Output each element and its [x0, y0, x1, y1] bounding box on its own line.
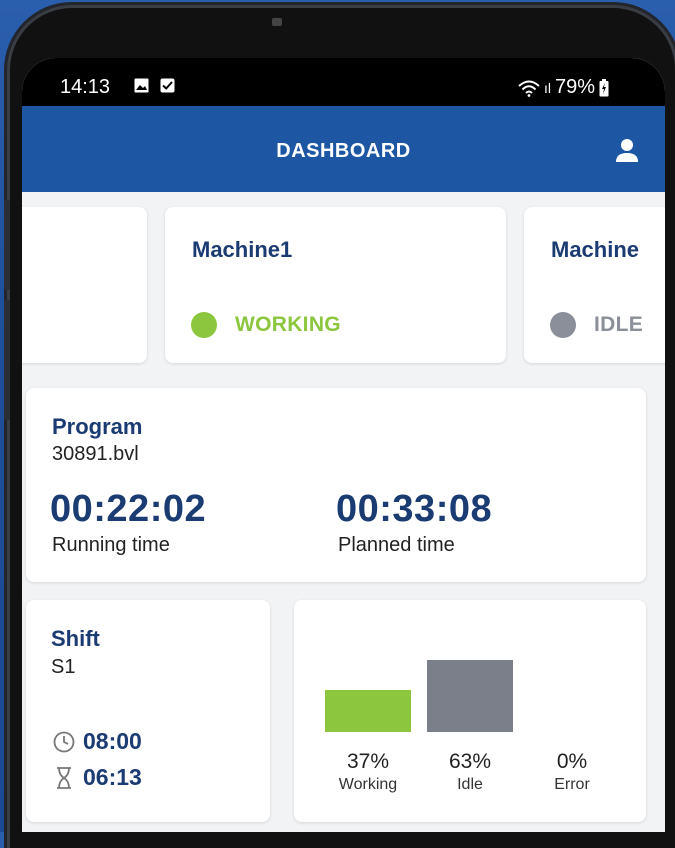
shift-name: S1	[51, 656, 76, 678]
machine-status-label: IDLE	[594, 313, 644, 336]
chart-bar-idle	[427, 660, 513, 732]
gallery-icon	[134, 78, 149, 93]
chart-value-error: 0%	[556, 750, 588, 773]
shift-elapsed-time: 06:13	[83, 764, 142, 790]
machine-status: IDLE	[550, 312, 643, 338]
battery-percent: 79%	[554, 76, 595, 98]
wifi-icon	[518, 80, 540, 97]
planned-time-value: 00:33:08	[336, 488, 493, 530]
machine-status-label: WORKING	[235, 313, 341, 336]
status-dot-idle	[550, 312, 576, 338]
app-bar: DASHBOARD	[22, 106, 665, 192]
planned-time-label: Planned time	[338, 534, 455, 556]
phone-volume-button	[4, 200, 10, 290]
signal-icon: ıl	[543, 79, 551, 96]
machine-card[interactable]: Machine1 WORKING	[165, 207, 506, 363]
chart-value-working: 37%	[346, 750, 390, 773]
status-time: 14:13	[60, 76, 111, 98]
check-notification-icon	[160, 78, 175, 93]
battery-icon	[599, 78, 609, 96]
machine-status: WORKING	[191, 312, 341, 338]
user-icon[interactable]	[613, 136, 641, 164]
page-title: DASHBOARD	[276, 140, 411, 162]
hourglass-icon	[57, 766, 71, 789]
app-screen: 14:13 ıl 79% DASHBOARD Machine1 WORKING …	[22, 58, 665, 832]
shift-label: Shift	[51, 626, 100, 651]
status-bar: 14:13 ıl 79%	[22, 58, 665, 106]
utilization-chart-card: 37% Working 63% Idle 0% Error	[294, 600, 646, 822]
shift-start-row: 08:00	[53, 728, 142, 755]
phone-side-button	[4, 300, 10, 420]
chart-label-idle: Idle	[457, 776, 483, 793]
running-time-label: Running time	[52, 534, 170, 556]
phone-speaker-slit	[272, 18, 282, 26]
shift-elapsed-row: 06:13	[53, 764, 142, 791]
chart-value-idle: 63%	[448, 750, 492, 773]
program-label: Program	[52, 414, 143, 439]
chart-bar-working	[325, 690, 411, 732]
shift-start-time: 08:00	[83, 728, 142, 754]
chart-label-working: Working	[338, 776, 398, 793]
machine-card-next[interactable]: Machine IDLE	[524, 207, 665, 363]
chart-label-error: Error	[554, 776, 590, 793]
machine-card-previous[interactable]	[22, 207, 147, 363]
shift-card: Shift S1 08:00 06:13	[26, 600, 270, 822]
status-right-group: ıl 79%	[518, 76, 609, 99]
clock-icon	[53, 731, 75, 752]
machine-name: Machine1	[192, 237, 293, 262]
program-card: Program 30891.bvl 00:22:02 Running time …	[26, 388, 646, 582]
status-dot-working	[191, 312, 217, 338]
program-file: 30891.bvl	[52, 443, 139, 465]
machine-name: Machine	[551, 237, 640, 262]
running-time-value: 00:22:02	[50, 488, 207, 530]
